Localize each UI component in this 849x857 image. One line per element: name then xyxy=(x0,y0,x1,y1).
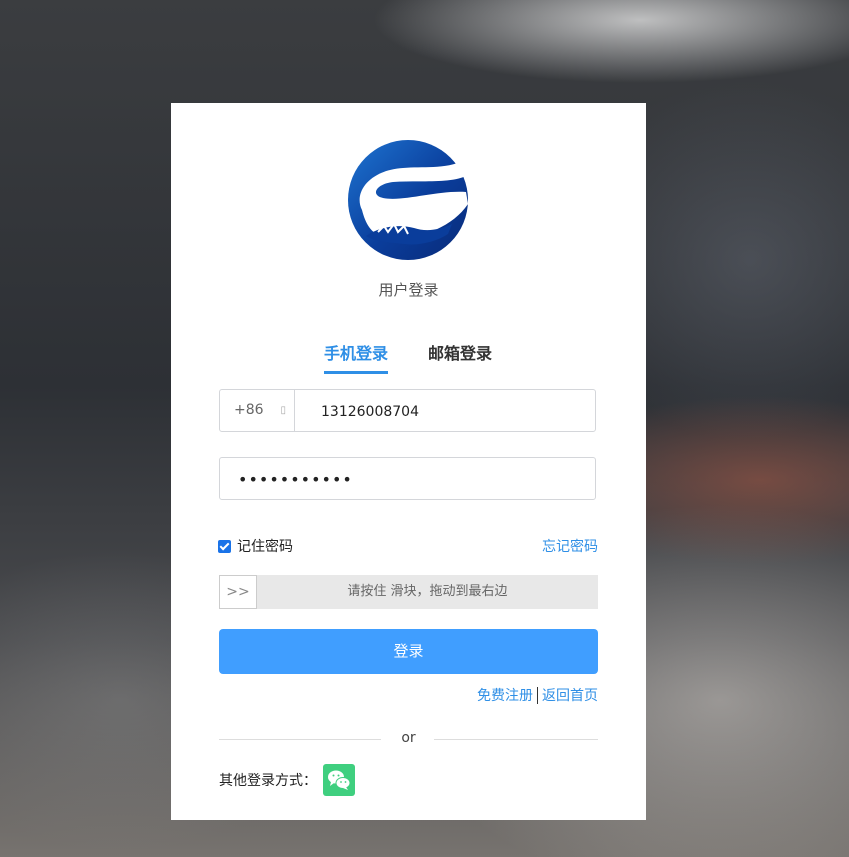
tab-phone-login[interactable]: 手机登录 xyxy=(324,340,389,374)
home-link[interactable]: 返回首页 xyxy=(542,685,598,705)
logo-icon xyxy=(348,140,468,260)
other-login-label: 其他登录方式： xyxy=(219,773,317,789)
slider-instruction: 请按住 滑块，拖动到最右边 xyxy=(347,584,508,599)
divider-line-right xyxy=(434,739,598,740)
page-subtitle: 用户登录 xyxy=(378,281,439,299)
login-button[interactable]: 登录 xyxy=(219,629,598,674)
or-text: or xyxy=(401,730,416,746)
password-field xyxy=(219,457,596,501)
password-input[interactable] xyxy=(236,458,580,501)
register-link[interactable]: 免费注册 xyxy=(477,685,533,705)
login-tabs: 手机登录 邮箱登录 xyxy=(171,340,646,374)
country-code-select[interactable]: +86 ▯ xyxy=(220,390,295,431)
chevron-down-icon: ▯ xyxy=(280,405,286,416)
remember-password[interactable]: 记住密码 xyxy=(218,536,293,556)
slider-handle[interactable]: >> xyxy=(219,575,257,609)
phone-field: +86 ▯ xyxy=(219,389,596,433)
login-card: 用户登录 手机登录 邮箱登录 +86 ▯ 记住密码 忘记密码 >> 请按住 滑块… xyxy=(171,103,646,820)
other-login: 其他登录方式： xyxy=(219,764,355,796)
remember-checkbox[interactable] xyxy=(218,539,231,553)
wechat-icon xyxy=(328,770,351,790)
tab-email-login[interactable]: 邮箱登录 xyxy=(428,340,492,364)
slider-captcha: >> 请按住 滑块，拖动到最右边 xyxy=(219,575,598,609)
wechat-login-button[interactable] xyxy=(323,764,355,796)
or-divider: or xyxy=(219,730,598,750)
phone-input[interactable] xyxy=(319,390,583,433)
remember-label: 记住密码 xyxy=(237,539,293,555)
forgot-password-link[interactable]: 忘记密码 xyxy=(542,536,598,556)
link-divider xyxy=(537,686,538,704)
country-code-value: +86 xyxy=(234,402,264,418)
auxiliary-links: 免费注册 返回首页 xyxy=(477,685,598,705)
